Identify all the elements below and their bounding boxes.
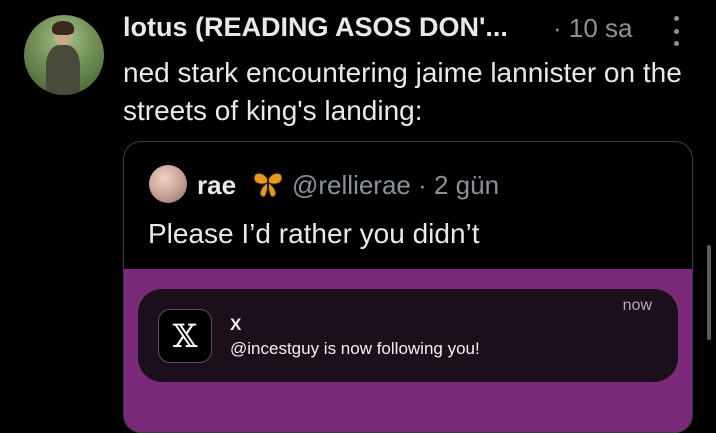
quoted-author-avatar[interactable] <box>149 165 187 203</box>
dot-icon <box>673 16 679 21</box>
avatar-figure-hair <box>52 21 74 35</box>
dot-icon <box>673 28 679 34</box>
tweet-text: ned stark encountering jaime lannister o… <box>123 57 682 126</box>
avatar-figure-body <box>46 45 80 95</box>
dot-icon <box>673 41 679 46</box>
more-options-icon[interactable] <box>672 16 680 46</box>
notification-time: now <box>622 297 652 314</box>
butterfly-icon <box>253 172 283 198</box>
author-name[interactable]: lotus (READING ASOS DON'... <box>123 12 508 43</box>
notification-app-title: X <box>230 315 242 334</box>
quoted-author-name[interactable]: rae <box>197 170 236 201</box>
x-logo-icon: 𝕏 <box>158 309 212 363</box>
notification-message: @incestguy is now following you! <box>230 339 480 358</box>
author-avatar[interactable] <box>24 15 104 95</box>
notification-card: 𝕏 X @incestguy is now following you! now <box>138 289 678 382</box>
quoted-tweet[interactable]: rae @rellierae · 2 gün Please I’d rather… <box>123 141 693 433</box>
quoted-handle-timestamp[interactable]: @rellierae · 2 gün <box>292 170 499 201</box>
scrollbar[interactable] <box>707 245 711 340</box>
quoted-media-image[interactable]: 𝕏 X @incestguy is now following you! now <box>124 269 692 432</box>
tweet-timestamp[interactable]: · 10 sa <box>553 13 633 44</box>
quoted-tweet-text: Please I’d rather you didn’t <box>148 218 480 249</box>
